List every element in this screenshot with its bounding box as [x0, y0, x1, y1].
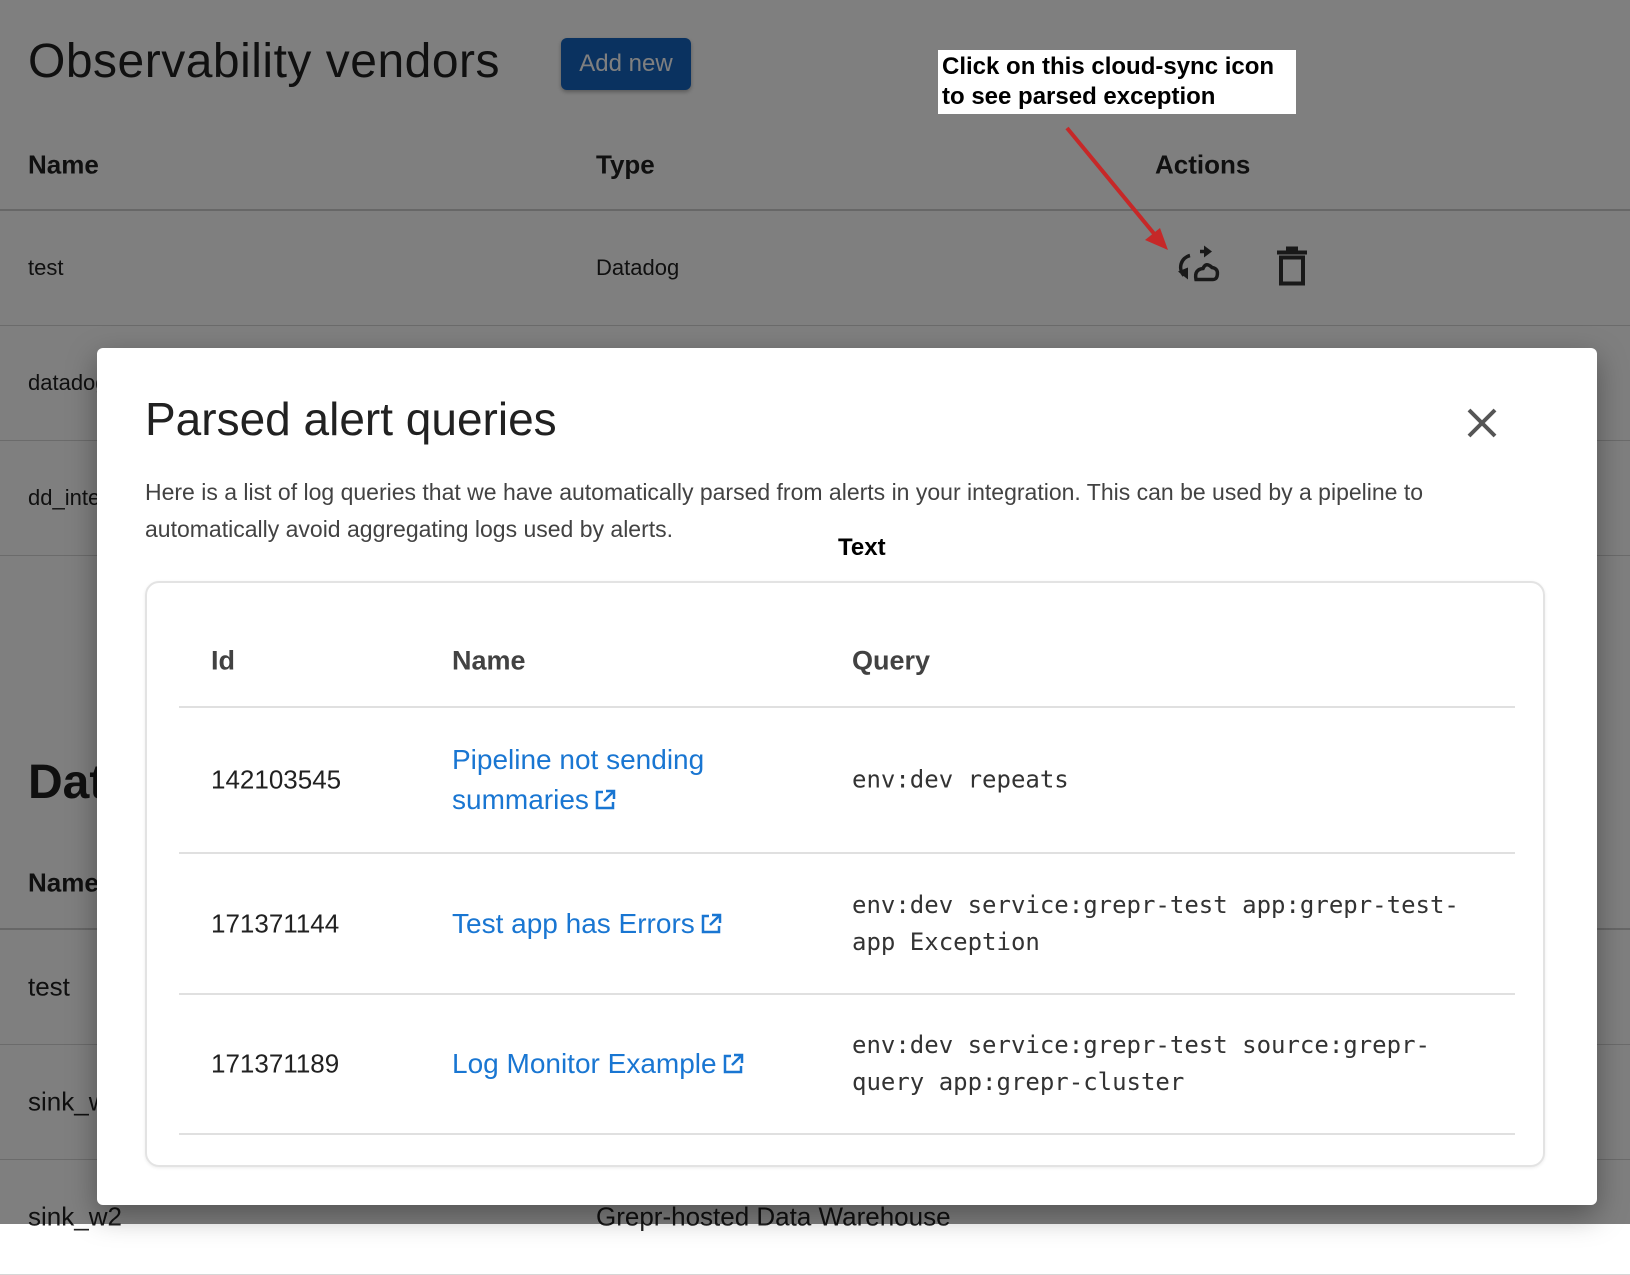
external-link-icon [723, 1053, 743, 1074]
alert-name-cell: Log Monitor Example [452, 1044, 812, 1084]
alert-id: 171371189 [211, 1048, 340, 1079]
alert-name-link[interactable]: Log Monitor Example [452, 1048, 745, 1079]
annotation-line-1: Click on this cloud-sync icon [942, 53, 1275, 80]
alert-name-cell: Test app has Errors [452, 904, 812, 944]
close-icon [1467, 408, 1497, 438]
alert-id: 142103545 [211, 764, 342, 795]
queries-table-header: Id Name Query [179, 615, 1515, 708]
queries-table: Id Name Query 142103545 Pipeline not sen… [179, 615, 1515, 1135]
header-id: Id [211, 645, 235, 675]
table-row: 142103545 Pipeline not sending summaries… [179, 708, 1515, 854]
alert-name: Pipeline not sending summaries [452, 744, 705, 815]
header-query: Query [852, 645, 931, 675]
header-name: Name [452, 645, 526, 675]
modal-description: Here is a list of log queries that we ha… [145, 479, 1424, 542]
queries-table-card: Id Name Query 142103545 Pipeline not sen… [145, 581, 1545, 1167]
table-row: 171371144 Test app has Errors env:dev se… [179, 854, 1515, 995]
external-link-icon [595, 789, 616, 810]
alert-id: 171371144 [211, 908, 340, 938]
close-button[interactable] [1457, 398, 1507, 448]
alert-name-cell: Pipeline not sending summaries [452, 740, 812, 820]
table-row: 171371189 Log Monitor Example env:dev se… [179, 995, 1515, 1135]
alert-query: env:dev service:grepr-test source:grepr-… [852, 1031, 1430, 1096]
alert-query: env:dev repeats [852, 765, 1069, 794]
alert-name-link[interactable]: Pipeline not sending summaries [452, 744, 704, 815]
alert-query: env:dev service:grepr-test app:grepr-tes… [852, 890, 1459, 956]
alert-name: Test app has Errors [452, 907, 695, 939]
alert-name: Log Monitor Example [452, 1048, 717, 1079]
alert-name-link[interactable]: Test app has Errors [452, 908, 723, 939]
parsed-alert-queries-modal: Parsed alert queries Here is a list of l… [97, 348, 1597, 1205]
modal-title: Parsed alert queries [145, 393, 557, 445]
external-link-icon [701, 913, 722, 933]
annotation-callout: Click on this cloud-sync icon to see par… [938, 50, 1296, 114]
annotation-line-2: to see parsed exception [942, 83, 1216, 110]
annotation-text-label: Text [838, 534, 886, 561]
